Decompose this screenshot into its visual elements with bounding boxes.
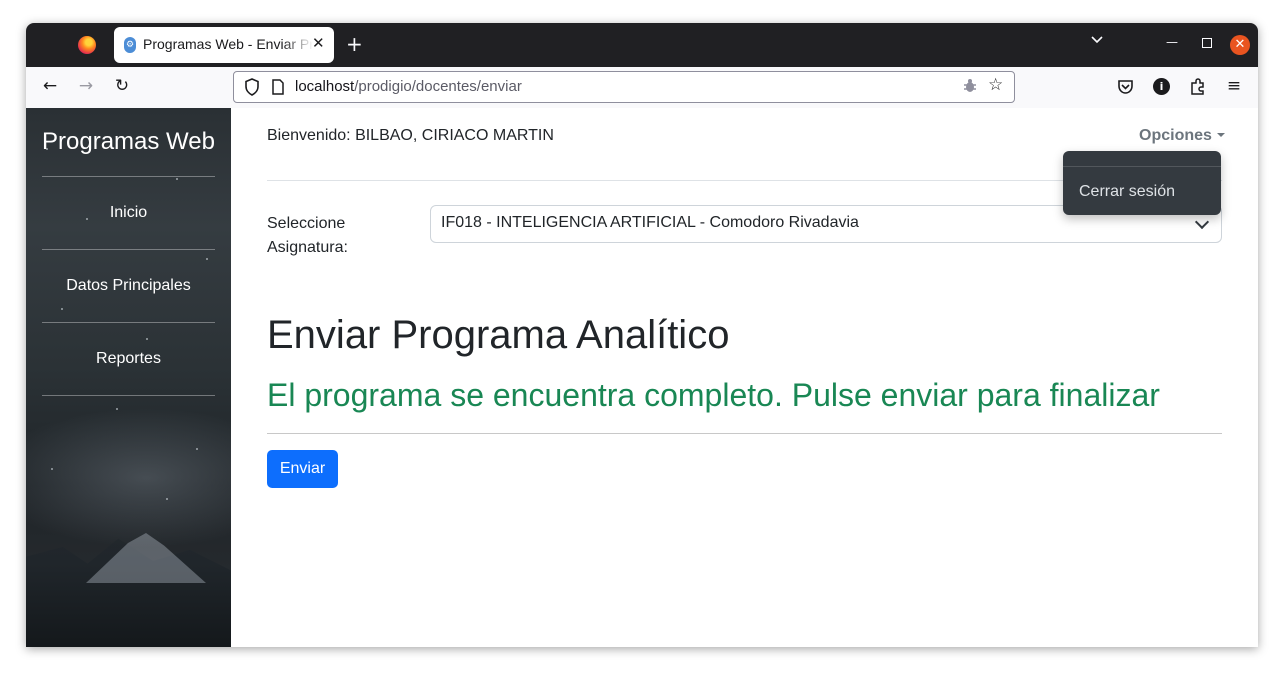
tab-title: Programas Web - Enviar Programa Analític… <box>143 36 313 52</box>
sidebar-divider <box>42 176 215 177</box>
welcome-text: Bienvenido: BILBAO, CIRIACO MARTIN <box>267 127 554 144</box>
reload-icon[interactable]: ↻ <box>112 76 132 96</box>
star-dot <box>61 308 63 310</box>
options-dropdown-toggle[interactable]: Opciones <box>1139 127 1225 145</box>
tracking-shield-icon[interactable] <box>244 78 260 96</box>
star-dot <box>116 408 118 410</box>
url-path: /prodigio/docentes/enviar <box>354 78 522 95</box>
sidebar-item-inicio[interactable]: Inicio <box>26 204 231 222</box>
firefox-logo-icon <box>78 36 96 54</box>
forward-icon[interactable]: → <box>76 76 96 96</box>
pocket-icon[interactable] <box>1117 79 1134 95</box>
browser-window: ⚙ Programas Web - Enviar Programa Analít… <box>26 23 1258 647</box>
star-dot <box>51 468 53 470</box>
account-icon[interactable]: i <box>1153 78 1170 95</box>
url-bar[interactable]: localhost/prodigio/docentes/enviar ☆ <box>233 71 1015 103</box>
star-dot <box>206 258 208 260</box>
star-dot <box>196 448 198 450</box>
url-host: localhost <box>295 78 355 95</box>
title-bar: ⚙ Programas Web - Enviar Programa Analít… <box>26 23 1258 67</box>
options-dropdown-menu: Cerrar sesión <box>1063 151 1221 215</box>
sidebar-brand[interactable]: Programas Web <box>26 128 231 156</box>
bookmark-star-icon[interactable]: ☆ <box>988 75 1003 95</box>
sidebar-item-reportes[interactable]: Reportes <box>26 350 231 368</box>
window-close-icon[interactable]: ✕ <box>1230 35 1250 55</box>
bug-icon[interactable] <box>962 78 978 94</box>
tab-favicon-icon: ⚙ <box>124 37 136 53</box>
star-dot <box>176 178 178 180</box>
page-title: Enviar Programa Analítico <box>267 313 730 357</box>
logout-menu-item[interactable]: Cerrar sesión <box>1079 183 1175 201</box>
maximize-icon[interactable] <box>1202 38 1212 48</box>
sidebar-divider <box>42 249 215 250</box>
browser-tab[interactable]: ⚙ Programas Web - Enviar Programa Analít… <box>114 27 334 63</box>
sidebar-item-datos-principales[interactable]: Datos Principales <box>26 277 231 295</box>
url-text: localhost/prodigio/docentes/enviar <box>295 78 522 95</box>
sidebar: Programas Web Inicio Datos Principales R… <box>26 108 231 647</box>
tab-close-icon[interactable]: ✕ <box>312 34 325 52</box>
sidebar-divider <box>42 322 215 323</box>
extensions-icon[interactable] <box>1189 77 1207 95</box>
minimize-icon[interactable]: — <box>1166 35 1178 49</box>
star-dot <box>166 498 168 500</box>
menu-hamburger-icon[interactable]: ≡ <box>1224 76 1244 96</box>
sidebar-divider <box>42 395 215 396</box>
status-message: El programa se encuentra completo. Pulse… <box>267 377 1160 413</box>
list-all-tabs-icon[interactable] <box>1090 33 1104 47</box>
navigation-toolbar: ← → ↻ localhost/prodigio/docentes/enviar… <box>26 67 1258 109</box>
subject-select-value: IF018 - INTELIGENCIA ARTIFICIAL - Comodo… <box>441 214 859 231</box>
new-tab-button[interactable]: + <box>346 32 363 56</box>
chevron-down-icon <box>1194 214 1210 230</box>
dropdown-divider <box>1063 166 1221 167</box>
caret-down-icon <box>1216 133 1225 137</box>
star-dot <box>146 338 148 340</box>
send-button[interactable]: Enviar <box>267 450 338 488</box>
content-divider <box>267 433 1222 434</box>
sidebar-background-glow <box>26 408 231 548</box>
options-label: Opciones <box>1139 127 1212 144</box>
select-label: Seleccione Asignatura: <box>267 215 348 256</box>
page-info-icon[interactable] <box>272 79 284 95</box>
back-icon[interactable]: ← <box>40 76 60 96</box>
